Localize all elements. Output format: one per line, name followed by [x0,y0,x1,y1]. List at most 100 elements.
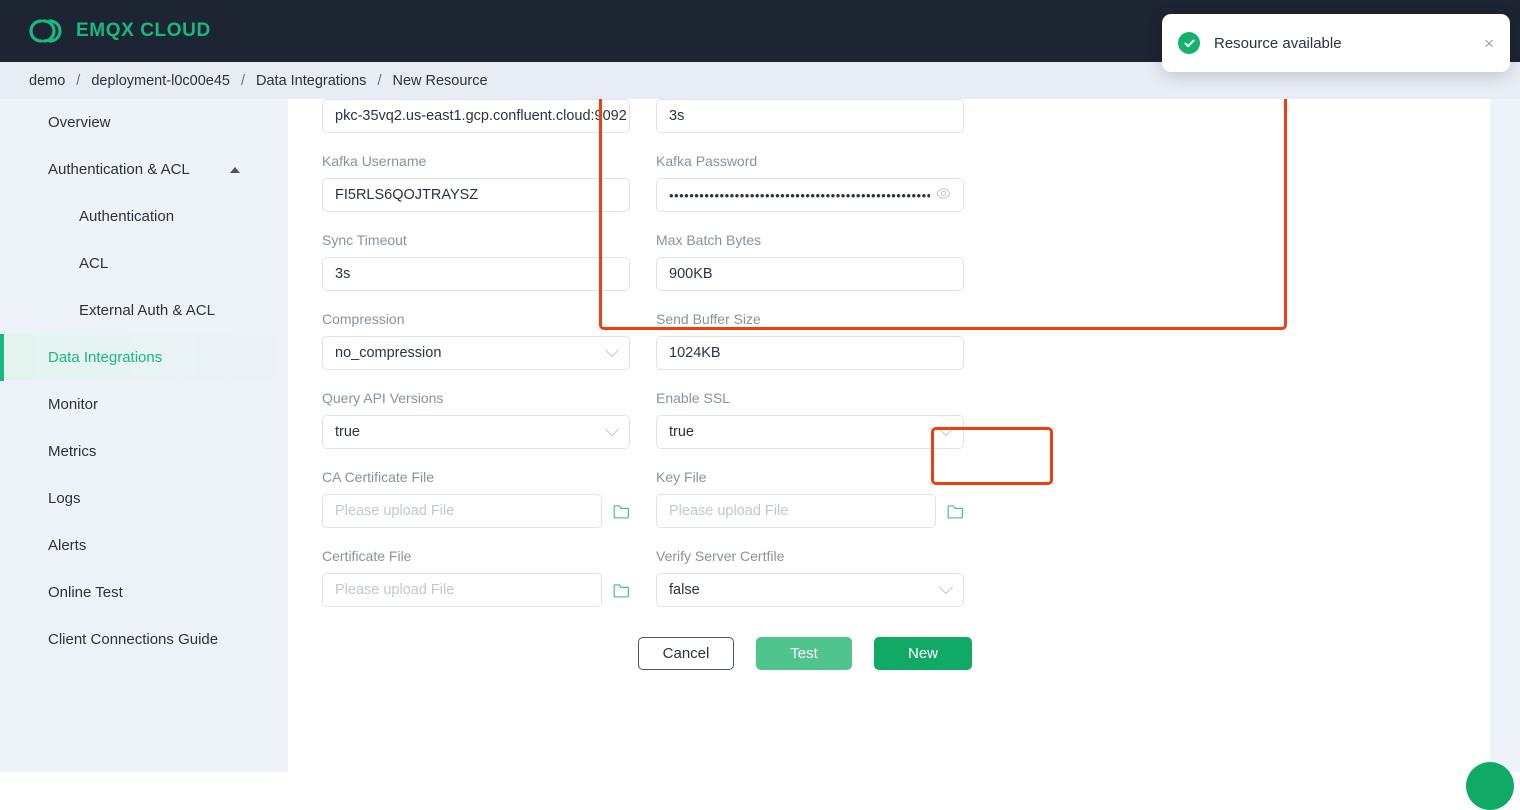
field-key-file: Key File Please upload File [656,469,964,528]
certificate-file-input[interactable]: Please upload File [322,573,602,607]
breadcrumb-item-demo[interactable]: demo [29,73,65,89]
enable-ssl-value: true [669,424,694,440]
breadcrumb-separator: / [76,72,81,89]
form-row-cert-files: CA Certificate File Please upload File K… [322,469,1002,528]
right-rail [1490,99,1520,772]
sidebar-item-authentication-acl[interactable]: Authentication & ACL [0,146,288,193]
form-row-compression: Compression no_compression Send Buffer S… [322,311,1002,370]
compression-label: Compression [322,311,405,327]
form-row-timeout: Sync Timeout 3s Max Batch Bytes 900KB [322,232,1002,291]
eye-icon[interactable] [936,186,951,205]
kafka-server-input[interactable]: pkc-35vq2.us-east1.gcp.confluent.cloud:9… [322,99,630,133]
toast-notification: Resource available × [1162,14,1510,72]
verify-server-certfile-select[interactable]: false [656,573,964,607]
kafka-password-input[interactable]: ••••••••••••••••••••••••••••••••••••••••… [656,178,964,212]
sidebar-item-authentication[interactable]: Authentication [0,193,288,240]
form-row-credentials: Kafka Username FI5RLS6QOJTRAYSZ Kafka Pa… [322,153,1002,212]
connect-timeout-input[interactable]: 3s [656,99,964,133]
sidebar-item-label: ACL [79,255,109,272]
field-certificate-file: Certificate File Please upload File [322,548,630,607]
chevron-up-icon [230,166,240,173]
sidebar-item-metrics[interactable]: Metrics [0,428,288,475]
sidebar-item-client-connections-guide[interactable]: Client Connections Guide [0,616,288,663]
sidebar-item-label: Logs [48,490,81,507]
breadcrumb-separator: / [377,72,382,89]
help-fab[interactable] [1466,762,1514,810]
field-query-api-versions: Query API Versions true [322,390,630,449]
check-circle-icon [1178,32,1200,54]
query-api-versions-value: true [335,424,360,440]
test-button[interactable]: Test [756,637,852,670]
sidebar-item-label: Client Connections Guide [48,631,219,648]
max-batch-bytes-label: Max Batch Bytes [656,232,762,248]
brand-logo[interactable]: EMQX CLOUD [24,16,211,46]
sidebar-item-acl[interactable]: ACL [0,240,288,287]
cancel-button[interactable]: Cancel [638,637,734,670]
field-verify-server-certfile: Verify Server Certfile false [656,548,964,607]
new-button[interactable]: New [874,637,972,670]
sidebar: Overview Authentication & ACL Authentica… [0,99,288,772]
main-content: pkc-35vq2.us-east1.gcp.confluent.cloud:9… [288,99,1490,772]
kafka-username-input[interactable]: FI5RLS6QOJTRAYSZ [322,178,630,212]
sync-timeout-input[interactable]: 3s [322,257,630,291]
certificate-file-row: Please upload File [322,573,630,607]
form-row-server: pkc-35vq2.us-east1.gcp.confluent.cloud:9… [322,99,1002,133]
field-sync-timeout: Sync Timeout 3s [322,232,630,291]
verify-server-certfile-value: false [669,582,700,598]
kafka-password-value: ••••••••••••••••••••••••••••••••••••••••… [669,187,930,203]
chevron-down-icon [938,422,954,437]
field-ca-certificate-file: CA Certificate File Please upload File [322,469,630,528]
query-api-versions-select[interactable]: true [322,415,630,449]
new-resource-form: pkc-35vq2.us-east1.gcp.confluent.cloud:9… [322,99,1002,670]
sidebar-item-logs[interactable]: Logs [0,475,288,522]
brand-name: EMQX CLOUD [76,20,211,41]
field-enable-ssl: Enable SSL true [656,390,964,449]
sidebar-item-label: Authentication [79,208,175,225]
compression-select[interactable]: no_compression [322,336,630,370]
send-buffer-size-label: Send Buffer Size [656,311,761,327]
field-kafka-server: pkc-35vq2.us-east1.gcp.confluent.cloud:9… [322,99,630,133]
send-buffer-size-input[interactable]: 1024KB [656,336,964,370]
chevron-down-icon [604,343,620,358]
field-send-buffer-size: Send Buffer Size 1024KB [656,311,964,370]
sidebar-item-monitor[interactable]: Monitor [0,381,288,428]
breadcrumb-item-new-resource: New Resource [392,72,488,89]
folder-icon[interactable] [613,583,630,598]
compression-value: no_compression [335,345,442,361]
breadcrumb-item-data-integrations[interactable]: Data Integrations [256,73,366,89]
ca-certificate-file-input[interactable]: Please upload File [322,494,602,528]
folder-icon[interactable] [613,504,630,519]
sidebar-item-label: Online Test [48,584,123,601]
chevron-down-icon [938,580,954,595]
max-batch-bytes-input[interactable]: 900KB [656,257,964,291]
ca-certificate-file-row: Please upload File [322,494,630,528]
key-file-input[interactable]: Please upload File [656,494,936,528]
chevron-down-icon [604,422,620,437]
enable-ssl-select[interactable]: true [656,415,964,449]
sidebar-item-online-test[interactable]: Online Test [0,569,288,616]
emqx-logo-icon [24,16,64,46]
field-compression: Compression no_compression [322,311,630,370]
sidebar-item-label: Alerts [48,537,87,554]
key-file-row: Please upload File [656,494,964,528]
sidebar-item-label: Metrics [48,443,97,460]
sidebar-item-overview[interactable]: Overview [0,99,288,146]
breadcrumb-item-deployment[interactable]: deployment-l0c00e45 [91,73,230,89]
sidebar-item-label: Overview [48,114,111,131]
close-icon[interactable]: × [1484,35,1494,52]
breadcrumb-separator: / [240,72,245,89]
sidebar-item-data-integrations[interactable]: Data Integrations [0,334,288,381]
folder-icon[interactable] [947,504,964,519]
sidebar-item-alerts[interactable]: Alerts [0,522,288,569]
sidebar-item-external-auth-acl[interactable]: External Auth & ACL [0,287,288,334]
sidebar-item-label: Monitor [48,396,99,413]
sync-timeout-label: Sync Timeout [322,232,407,248]
certificate-file-label: Certificate File [322,548,412,564]
form-row-ssl: Query API Versions true Enable SSL true [322,390,1002,449]
sidebar-item-label: External Auth & ACL [79,302,215,319]
form-row-verify: Certificate File Please upload File Veri… [322,548,1002,607]
sidebar-item-label: Authentication & ACL [48,161,190,178]
field-kafka-password: Kafka Password •••••••••••••••••••••••••… [656,153,964,212]
field-kafka-username: Kafka Username FI5RLS6QOJTRAYSZ [322,153,630,212]
enable-ssl-label: Enable SSL [656,390,730,406]
